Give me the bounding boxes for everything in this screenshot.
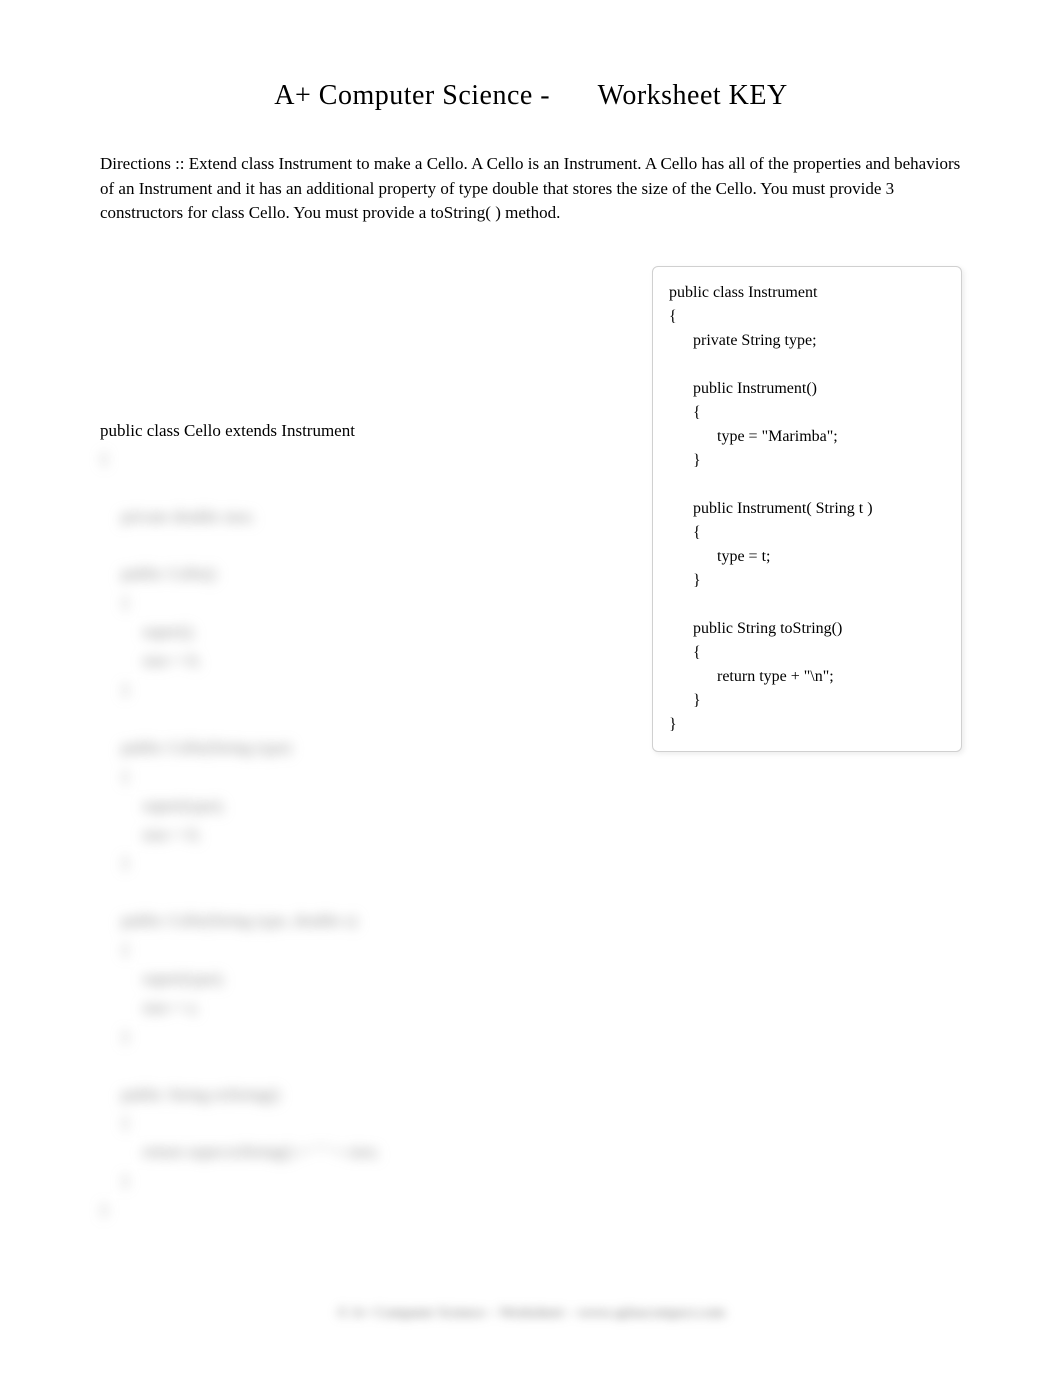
content-row: public class Cello extends Instrument { … bbox=[100, 266, 962, 1225]
instrument-code-box: public class Instrument { private String… bbox=[652, 266, 962, 752]
header-title-left: A+ Computer Science - bbox=[274, 80, 550, 112]
worksheet-page: A+ Computer Science - Worksheet KEY Dire… bbox=[0, 0, 1062, 1377]
directions-text: Directions :: Extend class Instrument to… bbox=[100, 152, 962, 226]
header-title-right: Worksheet KEY bbox=[598, 80, 788, 112]
page-header: A+ Computer Science - Worksheet KEY bbox=[100, 80, 962, 112]
cello-class-body-blurred: { private double size; public Cello() { … bbox=[100, 445, 632, 1225]
page-footer: © A+ Computer Science – Worksheet – www.… bbox=[0, 1305, 1062, 1322]
instrument-column: public class Instrument { private String… bbox=[652, 266, 962, 1225]
cello-class-declaration: public class Cello extends Instrument bbox=[100, 421, 632, 441]
cello-column: public class Cello extends Instrument { … bbox=[100, 266, 632, 1225]
